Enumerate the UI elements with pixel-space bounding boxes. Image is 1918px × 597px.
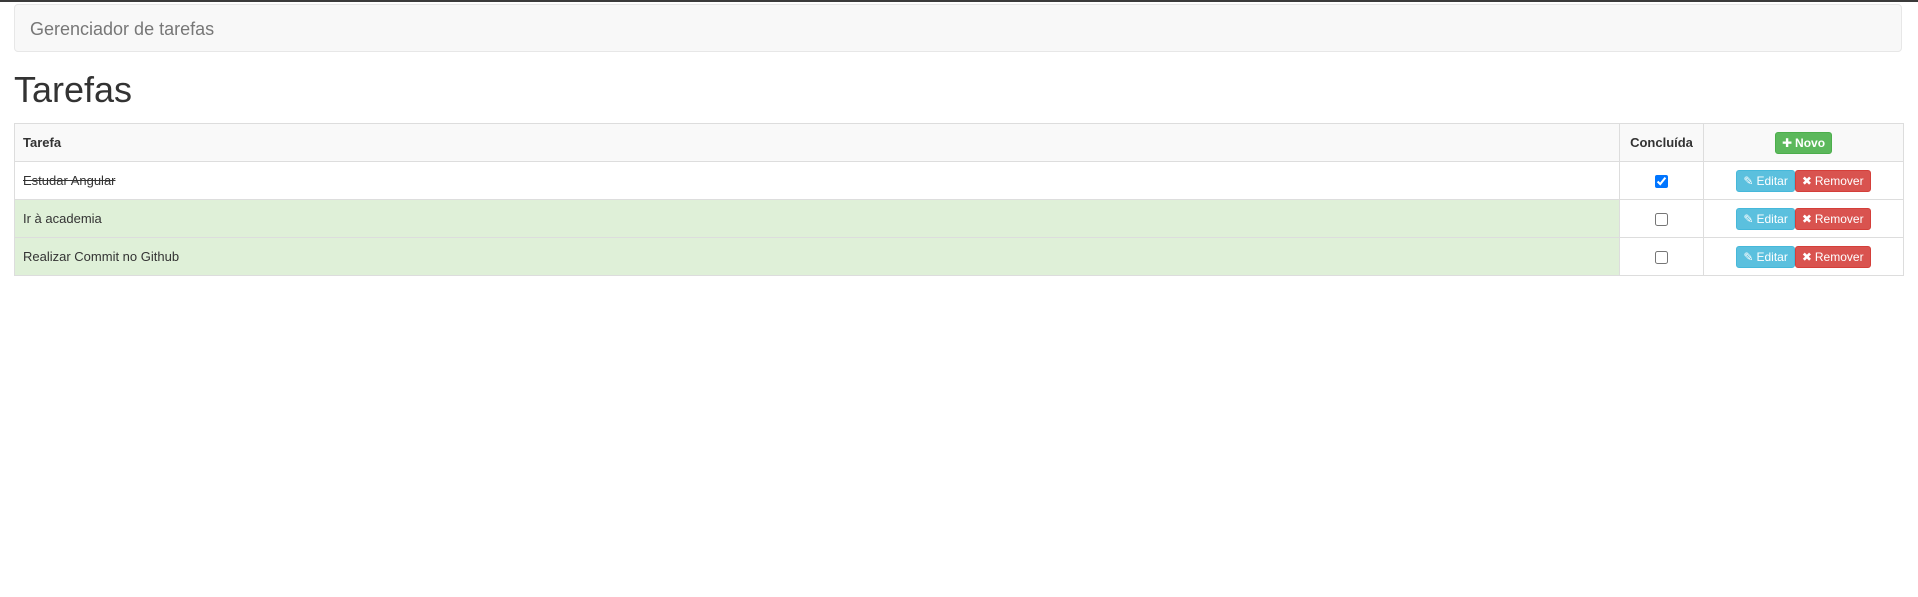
task-actions-cell: ✎ Editar ✖ Remover	[1703, 199, 1904, 238]
task-done-checkbox[interactable]	[1655, 251, 1668, 265]
edit-label: Editar	[1756, 211, 1788, 226]
navbar: Gerenciador de tarefas	[14, 4, 1902, 52]
task-name-cell: Ir à academia	[14, 199, 1620, 238]
task-name: Estudar Angular	[23, 173, 116, 188]
table-row: Estudar Angular ✎ Editar ✖ Remover	[14, 161, 1904, 200]
edit-button[interactable]: ✎ Editar	[1736, 245, 1795, 268]
task-done-cell	[1619, 161, 1704, 200]
table-row: Realizar Commit no Github ✎ Editar ✖ Remove…	[14, 237, 1904, 276]
edit-button[interactable]: ✎ Editar	[1736, 207, 1795, 230]
new-task-label: Novo	[1795, 135, 1826, 150]
task-done-checkbox[interactable]	[1655, 213, 1668, 227]
remove-button[interactable]: ✖ Remover	[1794, 207, 1871, 230]
edit-label: Editar	[1756, 249, 1788, 264]
header-actions: ✚ Novo	[1703, 123, 1904, 162]
pencil-icon: ✎	[1743, 211, 1754, 226]
remove-label: Remover	[1814, 173, 1864, 188]
remove-label: Remover	[1814, 249, 1864, 264]
task-name: Ir à academia	[23, 211, 102, 226]
tasks-table: Tarefa Concluída ✚ Novo Estudar Angular ✎…	[14, 123, 1904, 276]
task-actions-cell: ✎ Editar ✖ Remover	[1703, 161, 1904, 200]
top-border	[0, 0, 1918, 2]
table-row: Ir à academia ✎ Editar ✖ Remover	[14, 199, 1904, 238]
edit-button[interactable]: ✎ Editar	[1736, 169, 1795, 192]
times-icon: ✖	[1801, 249, 1812, 264]
times-icon: ✖	[1801, 211, 1812, 226]
page-title: Tarefas	[14, 69, 133, 110]
header-task: Tarefa	[14, 123, 1620, 162]
navbar-brand[interactable]: Gerenciador de tarefas	[30, 19, 214, 39]
remove-label: Remover	[1814, 211, 1864, 226]
task-name-cell: Estudar Angular	[14, 161, 1620, 200]
new-task-button[interactable]: ✚ Novo	[1774, 131, 1833, 154]
pencil-icon: ✎	[1743, 249, 1754, 264]
table-header-row: Tarefa Concluída ✚ Novo	[14, 123, 1904, 162]
remove-button[interactable]: ✖ Remover	[1794, 245, 1871, 268]
header-done: Concluída	[1619, 123, 1704, 162]
task-done-cell	[1619, 237, 1704, 276]
remove-button[interactable]: ✖ Remover	[1794, 169, 1871, 192]
task-name: Realizar Commit no Github	[23, 249, 180, 264]
task-actions-cell: ✎ Editar ✖ Remover	[1703, 237, 1904, 276]
plus-icon: ✚	[1781, 135, 1793, 150]
edit-label: Editar	[1756, 173, 1788, 188]
task-name-cell: Realizar Commit no Github	[14, 237, 1620, 276]
task-done-cell	[1619, 199, 1704, 238]
pencil-icon: ✎	[1743, 173, 1754, 188]
times-icon: ✖	[1801, 173, 1812, 188]
task-done-checkbox[interactable]	[1655, 175, 1668, 189]
